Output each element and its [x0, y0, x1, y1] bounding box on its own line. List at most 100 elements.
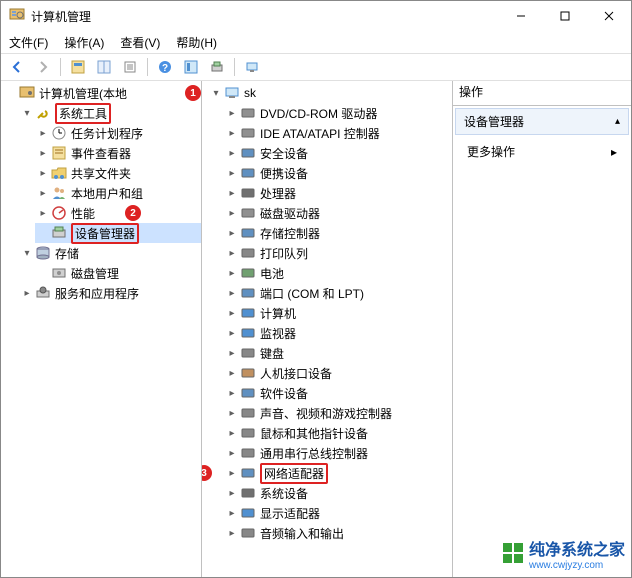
device-button[interactable]	[240, 55, 264, 79]
device-category[interactable]: ▸系统设备	[224, 483, 452, 503]
twisty-collapsed-icon[interactable]: ▸	[21, 287, 33, 299]
device-category[interactable]: ▸声音、视频和游戏控制器	[224, 403, 452, 423]
device-root[interactable]: ▾ sk	[208, 83, 452, 103]
twisty-collapsed-icon[interactable]: ▸	[226, 127, 238, 139]
tree-label: 设备管理器	[71, 223, 139, 244]
twisty-collapsed-icon[interactable]: ▸	[226, 147, 238, 159]
actions-section[interactable]: 设备管理器 ▴	[455, 108, 629, 135]
scan-hardware-button[interactable]	[205, 55, 229, 79]
twisty-collapsed-icon[interactable]: ▸	[226, 467, 238, 479]
tree-system-tools[interactable]: ▾ 系统工具	[19, 103, 201, 123]
twisty-collapsed-icon[interactable]: ▸	[37, 167, 49, 179]
device-category[interactable]: ▸计算机	[224, 303, 452, 323]
tree-storage[interactable]: ▾ 存储	[19, 243, 201, 263]
tree-shared-folders[interactable]: ▸ 共享文件夹	[35, 163, 201, 183]
device-category-icon	[240, 445, 256, 461]
device-category[interactable]: ▸ 显示适配器	[224, 503, 452, 523]
twisty-collapsed-icon[interactable]: ▸	[226, 307, 238, 319]
back-button[interactable]	[5, 55, 29, 79]
close-button[interactable]	[587, 1, 631, 31]
device-category[interactable]: 3▸网络适配器	[224, 463, 452, 483]
twisty-expanded-icon[interactable]: ▾	[21, 107, 33, 119]
twisty-collapsed-icon[interactable]: ▸	[226, 427, 238, 439]
tree-label: 性能	[71, 205, 95, 222]
twisty-collapsed-icon[interactable]: ▸	[226, 227, 238, 239]
twisty-collapsed-icon[interactable]: ▸	[226, 247, 238, 259]
toolbar-separator	[147, 58, 148, 76]
device-category[interactable]: ▸磁盘驱动器	[224, 203, 452, 223]
twisty-collapsed-icon[interactable]: ▸	[37, 187, 49, 199]
refresh-button[interactable]	[179, 55, 203, 79]
help-button[interactable]: ?	[153, 55, 177, 79]
menu-view[interactable]: 查看(V)	[120, 34, 160, 51]
twisty-expanded-icon[interactable]: ▾	[210, 87, 222, 99]
tree-event-viewer[interactable]: ▸ 事件查看器	[35, 143, 201, 163]
maximize-button[interactable]	[543, 1, 587, 31]
window-title: 计算机管理	[31, 8, 499, 25]
twisty-collapsed-icon[interactable]: ▸	[226, 487, 238, 499]
device-category[interactable]: ▸存储控制器	[224, 223, 452, 243]
actions-section-label: 设备管理器	[464, 113, 524, 130]
actions-more[interactable]: 更多操作 ▸	[453, 137, 631, 166]
minimize-button[interactable]	[499, 1, 543, 31]
properties-button[interactable]	[92, 55, 116, 79]
device-category-label: 电池	[260, 265, 284, 282]
device-category[interactable]: ▸键盘	[224, 343, 452, 363]
twisty-collapsed-icon[interactable]: ▸	[226, 207, 238, 219]
menu-file[interactable]: 文件(F)	[9, 34, 48, 51]
forward-button[interactable]	[31, 55, 55, 79]
show-hide-tree-button[interactable]	[66, 55, 90, 79]
device-category[interactable]: ▸鼠标和其他指针设备	[224, 423, 452, 443]
twisty-collapsed-icon[interactable]: ▸	[226, 347, 238, 359]
twisty-collapsed-icon[interactable]: ▸	[226, 527, 238, 539]
tree-root-computer-mgmt[interactable]: ▾ 计算机管理(本地 1	[3, 83, 201, 103]
tree-task-scheduler[interactable]: ▸ 任务计划程序	[35, 123, 201, 143]
twisty-collapsed-icon[interactable]: ▸	[226, 407, 238, 419]
twisty-collapsed-icon[interactable]: ▸	[37, 207, 49, 219]
twisty-collapsed-icon[interactable]: ▸	[226, 387, 238, 399]
tree-device-manager[interactable]: ▸ 设备管理器	[35, 223, 201, 243]
twisty-collapsed-icon[interactable]: ▸	[226, 447, 238, 459]
device-category-label: 显示适配器	[260, 505, 320, 522]
device-category[interactable]: ▸DVD/CD-ROM 驱动器	[224, 103, 452, 123]
device-category[interactable]: ▸通用串行总线控制器	[224, 443, 452, 463]
computer-icon	[224, 85, 240, 101]
twisty-collapsed-icon[interactable]: ▸	[226, 187, 238, 199]
watermark-logo-icon	[503, 543, 525, 565]
device-category[interactable]: ▸IDE ATA/ATAPI 控制器	[224, 123, 452, 143]
device-category[interactable]: ▸ 处理器	[224, 183, 452, 203]
twisty-collapsed-icon[interactable]: ▸	[37, 147, 49, 159]
tree-performance[interactable]: ▸ 性能 2	[35, 203, 201, 223]
device-category[interactable]: ▸打印队列	[224, 243, 452, 263]
device-category-label: 音频输入和输出	[260, 525, 344, 542]
device-category[interactable]: ▸便携设备	[224, 163, 452, 183]
twisty-collapsed-icon[interactable]: ▸	[226, 507, 238, 519]
device-category[interactable]: ▸端口 (COM 和 LPT)	[224, 283, 452, 303]
twisty-collapsed-icon[interactable]: ▸	[226, 267, 238, 279]
twisty-collapsed-icon[interactable]: ▸	[226, 107, 238, 119]
storage-icon	[35, 245, 51, 261]
twisty-collapsed-icon[interactable]: ▸	[37, 127, 49, 139]
tree-services-apps[interactable]: ▸ 服务和应用程序	[19, 283, 201, 303]
export-button[interactable]	[118, 55, 142, 79]
device-category[interactable]: ▸ 音频输入和输出	[224, 523, 452, 543]
menu-help[interactable]: 帮助(H)	[176, 34, 217, 51]
device-category[interactable]: ▸ 电池	[224, 263, 452, 283]
twisty-collapsed-icon[interactable]: ▸	[226, 367, 238, 379]
device-category[interactable]: ▸人机接口设备	[224, 363, 452, 383]
device-category-label: 网络适配器	[260, 463, 328, 484]
tree-label: 磁盘管理	[71, 265, 119, 282]
twisty-collapsed-icon[interactable]: ▸	[226, 167, 238, 179]
twisty-expanded-icon[interactable]: ▾	[21, 247, 33, 259]
device-category[interactable]: ▸监视器	[224, 323, 452, 343]
device-category-label: 安全设备	[260, 145, 308, 162]
tree-disk-mgmt[interactable]: ▸ 磁盘管理	[35, 263, 201, 283]
computer-mgmt-icon	[19, 85, 35, 101]
twisty-collapsed-icon[interactable]: ▸	[226, 287, 238, 299]
twisty-collapsed-icon[interactable]: ▸	[226, 327, 238, 339]
menu-action[interactable]: 操作(A)	[64, 34, 104, 51]
tree-local-users[interactable]: ▸ 本地用户和组	[35, 183, 201, 203]
device-category[interactable]: ▸软件设备	[224, 383, 452, 403]
device-category-label: 处理器	[260, 185, 296, 202]
device-category[interactable]: ▸ 安全设备	[224, 143, 452, 163]
